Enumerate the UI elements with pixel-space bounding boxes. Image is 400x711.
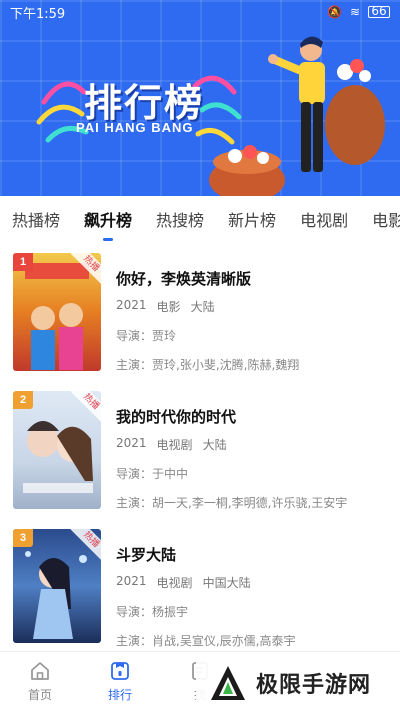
list-item[interactable]: 1 热播 你好，李焕英清晰版 2021 电影 大陆 导演：贾玲 主演：贾玲,张小… xyxy=(0,248,400,380)
director-value: 于中中 xyxy=(152,467,189,481)
item-year: 2021 xyxy=(116,436,147,450)
cast-label: 主演： xyxy=(116,358,153,372)
ranking-icon xyxy=(111,662,129,680)
item-director: 导演：贾玲 xyxy=(116,327,386,344)
banner-subtitle: PAI HANG BANG xyxy=(76,120,194,135)
item-year: 2021 xyxy=(116,574,147,588)
category-tabs: 热播榜 飙升榜 热搜榜 新片榜 电视剧 电影 xyxy=(0,196,400,242)
person-carrying-sack-illustration xyxy=(209,36,385,196)
item-info: 我的时代你的时代 2021 电视剧 大陆 导演：于中中 主演：胡一天,李一桐,李… xyxy=(116,406,386,511)
nav-ranking[interactable]: 排行 xyxy=(80,652,160,711)
poster-image[interactable]: 2 热播 xyxy=(13,391,101,509)
list-item[interactable]: 2 热播 我的时代你的时代 2021 电视剧 大陆 导演：于中中 主演：胡一天,… xyxy=(0,386,400,518)
item-genre: 电视剧 xyxy=(156,576,193,590)
item-genre: 电影 xyxy=(156,300,181,314)
watermark: 极限手游网 xyxy=(196,655,400,711)
item-info: 斗罗大陆 2021 电视剧 中国大陆 导演：杨振宇 主演：肖战,吴宣仪,辰亦儒,… xyxy=(116,544,386,649)
item-director: 导演：杨振宇 xyxy=(116,603,386,620)
item-meta: 2021 电视剧 中国大陆 xyxy=(116,574,386,591)
home-icon xyxy=(31,662,49,680)
tab-tv-series[interactable]: 电视剧 xyxy=(300,203,348,235)
status-time: 下午1:59 xyxy=(10,6,66,22)
banner-title: 排行榜 xyxy=(84,81,205,125)
tab-new-release[interactable]: 新片榜 xyxy=(228,203,276,235)
item-cast: 主演：贾玲,张小斐,沈腾,陈赫,魏翔 xyxy=(116,356,386,373)
rank-badge: 2 xyxy=(13,391,33,409)
item-meta: 2021 电视剧 大陆 xyxy=(116,436,386,453)
battery-icon: 66 xyxy=(368,5,390,18)
director-value: 贾玲 xyxy=(152,329,177,343)
item-region: 中国大陆 xyxy=(202,576,251,590)
watermark-text: 极限手游网 xyxy=(256,673,372,698)
rank-badge: 1 xyxy=(13,253,33,271)
wifi-icon: ≋ xyxy=(349,5,360,19)
item-region: 大陆 xyxy=(190,300,215,314)
rank-badge: 3 xyxy=(13,529,33,547)
director-label: 导演： xyxy=(116,467,153,481)
cast-value: 肖战,吴宣仪,辰亦儒,高泰宇 xyxy=(152,634,296,648)
tab-movies[interactable]: 电影 xyxy=(372,203,400,235)
cast-value: 胡一天,李一桐,李明德,许乐骁,王安宇 xyxy=(152,496,348,510)
nav-ranking-label: 排行 xyxy=(107,688,132,702)
item-cast: 主演：肖战,吴宣仪,辰亦儒,高泰宇 xyxy=(116,632,386,649)
ranking-list: 1 热播 你好，李焕英清晰版 2021 电影 大陆 导演：贾玲 主演：贾玲,张小… xyxy=(0,248,400,648)
tab-rising[interactable]: 飙升榜 xyxy=(84,203,132,241)
status-icons: 🔕 ≋ 66 xyxy=(327,5,390,19)
list-item[interactable]: 3 热播 斗罗大陆 2021 电视剧 中国大陆 导演：杨振宇 主演：肖战,吴宣仪… xyxy=(0,524,400,656)
poster-image[interactable]: 3 热播 xyxy=(13,529,101,643)
item-title[interactable]: 斗罗大陆 xyxy=(116,544,386,565)
watermark-logo-icon xyxy=(211,666,245,700)
director-label: 导演： xyxy=(116,329,153,343)
item-director: 导演：于中中 xyxy=(116,465,386,482)
ranking-banner: 下午1:59 🔕 ≋ 66 排行榜 PAI HANG BANG xyxy=(0,0,400,196)
nav-home[interactable]: 首页 xyxy=(0,652,80,711)
item-genre: 电视剧 xyxy=(156,438,193,452)
item-region: 大陆 xyxy=(202,438,227,452)
tab-hot-search[interactable]: 热搜榜 xyxy=(156,203,204,235)
item-title[interactable]: 我的时代你的时代 xyxy=(116,406,386,427)
item-info: 你好，李焕英清晰版 2021 电影 大陆 导演：贾玲 主演：贾玲,张小斐,沈腾,… xyxy=(116,268,386,373)
director-value: 杨振宇 xyxy=(152,605,189,619)
item-year: 2021 xyxy=(116,298,147,312)
item-cast: 主演：胡一天,李一桐,李明德,许乐骁,王安宇 xyxy=(116,494,386,511)
item-meta: 2021 电影 大陆 xyxy=(116,298,386,315)
cast-value: 贾玲,张小斐,沈腾,陈赫,魏翔 xyxy=(152,358,300,372)
item-title[interactable]: 你好，李焕英清晰版 xyxy=(116,268,386,289)
cast-label: 主演： xyxy=(116,634,153,648)
poster-image[interactable]: 1 热播 xyxy=(13,253,101,371)
status-bar: 下午1:59 🔕 ≋ 66 xyxy=(0,0,400,24)
mute-icon: 🔕 xyxy=(326,5,342,19)
nav-home-label: 首页 xyxy=(27,688,52,702)
tab-hot-play[interactable]: 热播榜 xyxy=(12,203,60,235)
cast-label: 主演： xyxy=(116,496,153,510)
director-label: 导演： xyxy=(116,605,153,619)
